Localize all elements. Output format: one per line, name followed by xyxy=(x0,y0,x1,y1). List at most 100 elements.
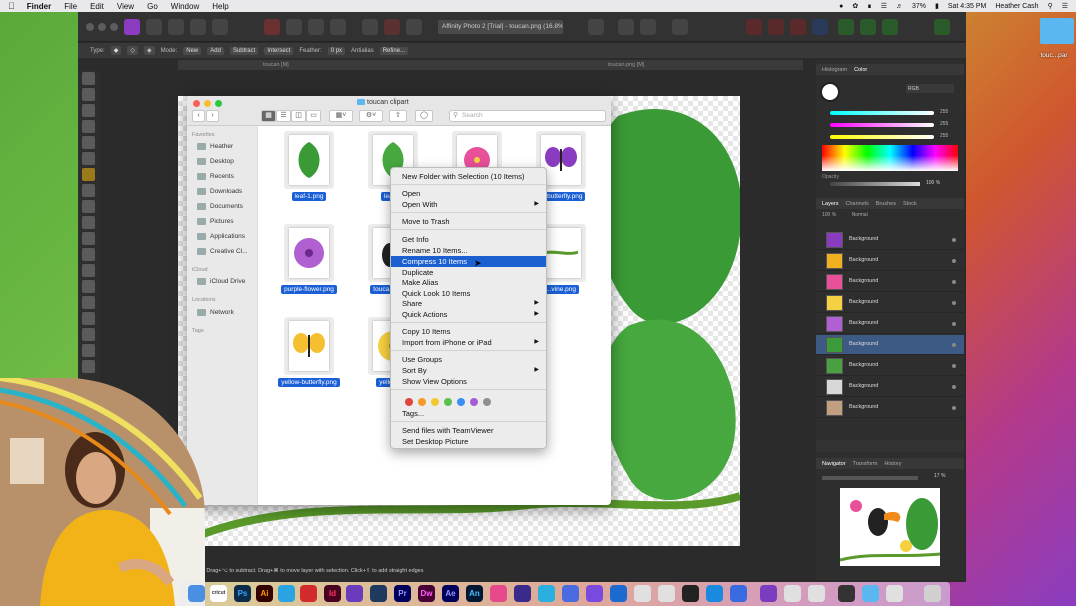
menu-copy[interactable]: Copy 10 Items xyxy=(391,326,546,337)
dock-folder-icon[interactable] xyxy=(862,585,879,602)
dock-app-icon[interactable] xyxy=(838,585,855,602)
color-model-select[interactable]: RGB xyxy=(906,84,954,93)
add-icon[interactable] xyxy=(838,19,854,35)
red-value[interactable]: 255 xyxy=(940,109,948,115)
layer-visibility-icon[interactable] xyxy=(952,280,956,284)
layer-visibility-icon[interactable] xyxy=(952,259,956,263)
file-purple-flower[interactable]: purple-flower.png xyxy=(276,224,342,294)
align-icon[interactable] xyxy=(812,19,828,35)
dock-photoshop-icon[interactable]: Ps xyxy=(234,585,251,602)
refine-button[interactable]: Refine... xyxy=(379,46,409,55)
selection-brush-icon[interactable] xyxy=(618,19,634,35)
menu-make-alias[interactable]: Make Alias xyxy=(391,277,546,288)
dock-app-icon[interactable] xyxy=(886,585,903,602)
layer-row[interactable]: Background xyxy=(816,293,964,313)
flood-fill-tool-icon[interactable] xyxy=(82,184,95,197)
dock-finder-icon[interactable] xyxy=(278,585,295,602)
record-icon[interactable]: ● xyxy=(839,3,843,10)
menu-share[interactable]: Share ▶ xyxy=(391,298,546,309)
hand-tool-icon[interactable] xyxy=(82,72,95,85)
sidebar-item-documents[interactable]: Documents xyxy=(197,203,243,210)
dock-app-icon[interactable] xyxy=(808,585,825,602)
search-icon[interactable]: ⚲ xyxy=(1048,2,1053,10)
menu-show-view-options[interactable]: Show View Options xyxy=(391,376,546,387)
layer-row[interactable]: Background xyxy=(816,356,964,376)
subtract-icon[interactable] xyxy=(860,19,876,35)
dock-dreamweaver-icon[interactable]: Dw xyxy=(418,585,435,602)
pen-tool-icon[interactable] xyxy=(82,328,95,341)
menu-rename[interactable]: Rename 10 Items... xyxy=(391,245,546,256)
erase-brush-tool-icon[interactable] xyxy=(82,248,95,261)
tab-brushes[interactable]: Brushes xyxy=(876,201,896,207)
dock-illustrator-icon[interactable]: Ai xyxy=(256,585,273,602)
back-button[interactable]: ‹ xyxy=(192,110,205,122)
menu-window[interactable]: Window xyxy=(171,2,199,11)
navigator-preview[interactable] xyxy=(839,488,941,566)
auto-contrast-icon[interactable] xyxy=(286,19,302,35)
group-button[interactable]: ▦˅ xyxy=(329,110,353,122)
dock-trash-icon[interactable] xyxy=(924,585,941,602)
blue-slider[interactable]: 255 xyxy=(822,133,958,140)
clock[interactable]: Sat 4:35 PM xyxy=(948,3,987,10)
desktop-folder-icon[interactable] xyxy=(1040,18,1074,44)
sidebar-item-creative-cloud[interactable]: Creative Cl... xyxy=(197,248,248,255)
tab-layers[interactable]: Layers xyxy=(822,201,839,207)
pixel-tool-icon[interactable] xyxy=(82,232,95,245)
tag-color-dot[interactable] xyxy=(444,398,452,406)
menu-sort-by[interactable]: Sort By ▶ xyxy=(391,365,546,376)
persona-liquify-icon[interactable] xyxy=(146,19,162,35)
dock-app-icon[interactable] xyxy=(586,585,603,602)
blend-mode-select[interactable]: Normal xyxy=(852,212,868,218)
speech-icon[interactable] xyxy=(672,19,688,35)
dock-procreate-icon[interactable] xyxy=(346,585,363,602)
layer-visibility-icon[interactable] xyxy=(952,406,956,410)
icon-view-button[interactable]: ▦ xyxy=(261,110,276,122)
user-name[interactable]: Heather Cash xyxy=(995,3,1038,10)
close-window-button[interactable] xyxy=(86,23,94,31)
zoom-value[interactable]: 17 % xyxy=(934,473,945,479)
dock-premiere-icon[interactable]: Pr xyxy=(394,585,411,602)
intersect-icon[interactable] xyxy=(882,19,898,35)
snap-icon[interactable] xyxy=(362,19,378,35)
sidebar-item-network[interactable]: Network xyxy=(197,309,234,316)
search-input[interactable]: Search xyxy=(449,110,606,122)
tag-button[interactable]: ◯ xyxy=(415,110,433,122)
layer-row[interactable]: Background xyxy=(816,230,964,250)
shape-tool-icon[interactable] xyxy=(82,360,95,373)
menu-new-folder-with-selection[interactable]: New Folder with Selection (10 Items) xyxy=(391,171,546,182)
tab-toucan-png[interactable]: toucan.png [M] xyxy=(608,62,644,68)
layer-visibility-icon[interactable] xyxy=(952,301,956,305)
dock-affinity-photo-icon[interactable] xyxy=(760,585,777,602)
tag-color-dot[interactable] xyxy=(470,398,478,406)
tab-histogram[interactable]: Histogram xyxy=(822,67,847,73)
dock-app-icon[interactable] xyxy=(658,585,675,602)
gallery-view-button[interactable]: ▭ xyxy=(306,110,321,122)
layer-row[interactable]: Background xyxy=(816,314,964,334)
action-gear-button[interactable]: ⚙˅ xyxy=(359,110,383,122)
auto-colors-icon[interactable] xyxy=(308,19,324,35)
type-polygon-button[interactable]: ◆ xyxy=(110,46,122,55)
green-slider[interactable]: 255 xyxy=(822,121,958,128)
opacity-slider[interactable] xyxy=(830,182,920,186)
dock-after-effects-icon[interactable]: Ae xyxy=(442,585,459,602)
menu-finder[interactable]: Finder xyxy=(27,2,51,11)
clone-tool-icon[interactable] xyxy=(82,280,95,293)
layer-visibility-icon[interactable] xyxy=(952,322,956,326)
share-button[interactable]: ⇧ xyxy=(389,110,407,122)
tag-color-dot[interactable] xyxy=(431,398,439,406)
sidebar-item-recents[interactable]: Recents xyxy=(197,173,234,180)
tag-color-dot[interactable] xyxy=(405,398,413,406)
blur-tool-icon[interactable] xyxy=(82,312,95,325)
white-balance-icon[interactable] xyxy=(330,19,346,35)
menu-tags[interactable]: Tags... xyxy=(391,408,546,419)
sidebar-item-downloads[interactable]: Downloads xyxy=(197,188,242,195)
mode-subtract-button[interactable]: Subtract xyxy=(229,46,259,55)
account-icon[interactable] xyxy=(934,19,950,35)
paint-brush-tool-icon[interactable] xyxy=(82,216,95,229)
layer-visibility-icon[interactable] xyxy=(952,364,956,368)
layer-visibility-icon[interactable] xyxy=(952,238,956,242)
text-tool-icon[interactable] xyxy=(82,344,95,357)
type-freehand-button[interactable]: ◇ xyxy=(127,46,138,55)
menu-move-to-trash[interactable]: Move to Trash xyxy=(391,216,546,227)
dock-app-icon[interactable] xyxy=(514,585,531,602)
